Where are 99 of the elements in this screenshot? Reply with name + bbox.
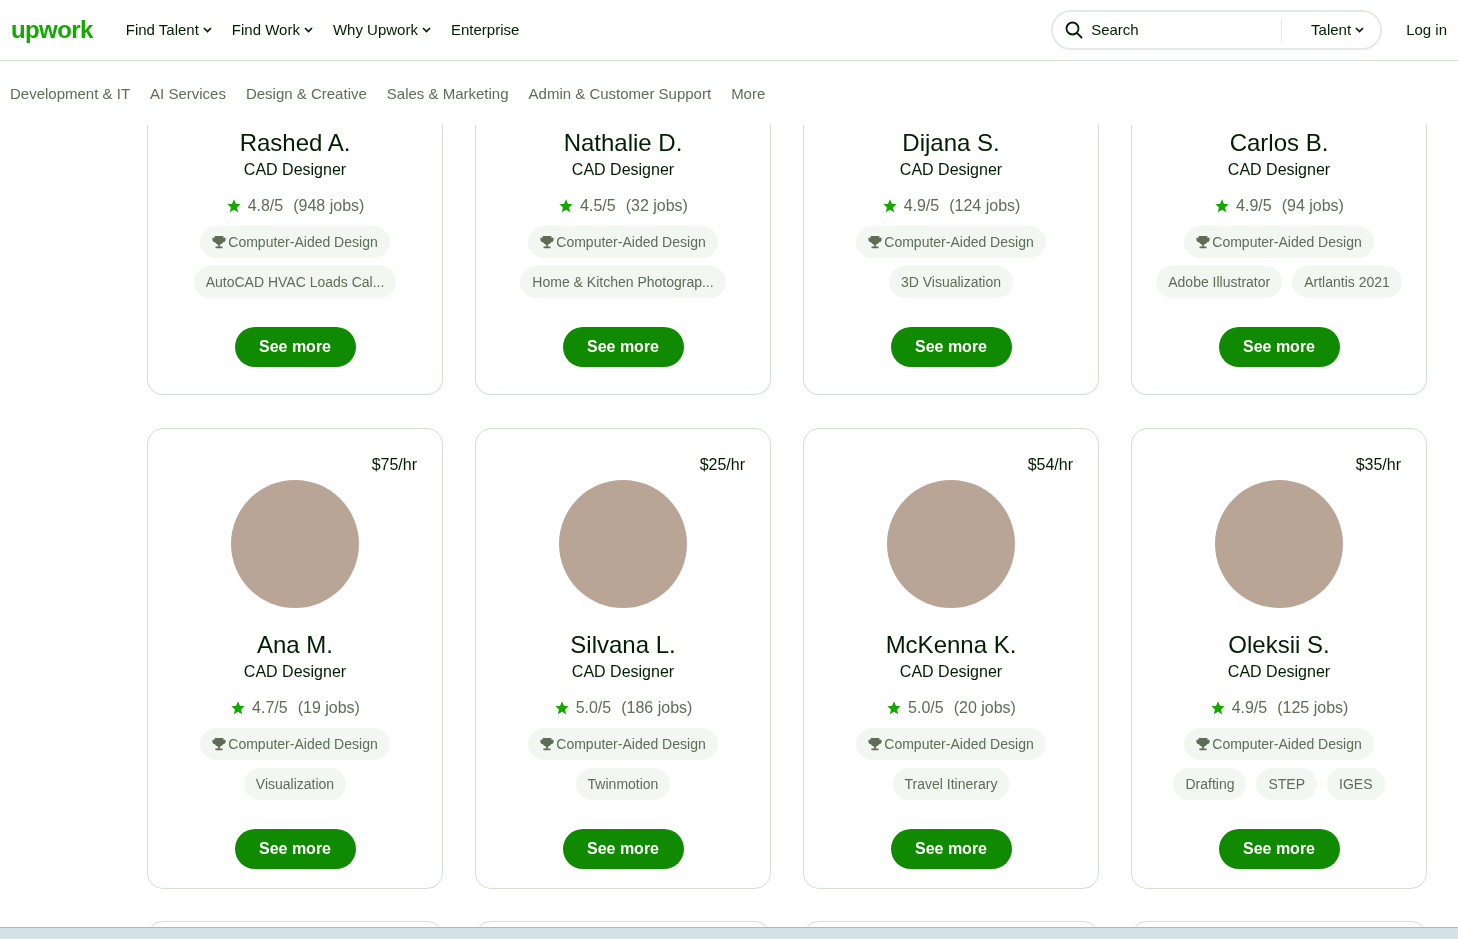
nav-menu-item[interactable]: Enterprise: [450, 18, 520, 42]
star-icon: [558, 198, 575, 214]
rating: 4.7/5: [252, 698, 288, 718]
chevron-down-icon: [303, 27, 313, 33]
category-link[interactable]: More: [731, 83, 766, 106]
category-link[interactable]: AI Services: [150, 83, 226, 106]
skill-tag: Computer-Aided Design: [528, 226, 718, 258]
skill-tag: Computer-Aided Design: [1184, 226, 1374, 258]
see-more-button[interactable]: See more: [1218, 829, 1340, 869]
skill-tag: Computer-Aided Design: [200, 728, 390, 760]
skill-tag: 3D Visualization: [888, 266, 1014, 298]
job-count: (186 jobs): [621, 698, 693, 718]
job-title: CAD Designer: [243, 160, 347, 180]
see-more-button[interactable]: See more: [562, 829, 684, 869]
trophy-icon: [1196, 737, 1211, 751]
skill-tag: Computer-Aided Design: [856, 226, 1046, 258]
chevron-down-icon: [202, 27, 212, 33]
freelancer-name: Dijana S.: [902, 128, 1000, 158]
job-title: CAD Designer: [571, 662, 675, 682]
search-icon: [1065, 21, 1084, 39]
skill-tag: Computer-Aided Design: [856, 728, 1046, 760]
job-title: CAD Designer: [1227, 160, 1331, 180]
job-title: CAD Designer: [243, 662, 347, 682]
freelancer-name: Rashed A.: [239, 128, 351, 158]
search-bar[interactable]: Search Talent: [1051, 10, 1383, 50]
trophy-icon: [540, 235, 555, 249]
skill-tag: Artlantis 2021: [1292, 266, 1402, 298]
freelancer-name: Oleksii S.: [1228, 630, 1330, 660]
job-title: CAD Designer: [1227, 662, 1331, 682]
hourly-rate: $75/hr: [371, 455, 417, 475]
search-input[interactable]: Search: [1091, 18, 1282, 42]
trophy-icon: [540, 737, 555, 751]
freelancer-name: McKenna K.: [885, 630, 1017, 660]
upwork-logo[interactable]: upwork: [11, 12, 93, 48]
rating: 4.9/5: [1231, 698, 1268, 718]
job-count: (20 jobs): [953, 698, 1016, 718]
skill-tag: Twinmotion: [575, 768, 671, 800]
hourly-rate: $35/hr: [1355, 455, 1401, 475]
rating: 4.9/5: [903, 196, 940, 216]
job-count: (948 jobs): [293, 196, 365, 216]
category-link[interactable]: Admin & Customer Support: [528, 83, 712, 106]
skill-tag: Computer-Aided Design: [528, 728, 718, 760]
skill-tag: Drafting: [1173, 768, 1247, 800]
category-link[interactable]: Design & Creative: [245, 83, 367, 106]
star-icon: [1209, 700, 1226, 716]
skill-tag: Visualization: [243, 768, 347, 800]
skill-tag: Travel Itinerary: [892, 768, 1010, 800]
rating: 4.9/5: [1236, 196, 1272, 216]
job-title: CAD Designer: [899, 160, 1003, 180]
trophy-icon: [1196, 235, 1211, 249]
category-link[interactable]: Sales & Marketing: [386, 83, 509, 106]
trophy-icon: [868, 235, 883, 249]
skill-tag: Home & Kitchen Photograp...: [520, 266, 726, 298]
star-icon: [230, 700, 247, 716]
job-title: CAD Designer: [571, 160, 675, 180]
category-link[interactable]: Development & IT: [10, 83, 131, 106]
rating: 5.0/5: [575, 698, 612, 718]
skill-tag: Adobe Illustrator: [1156, 266, 1283, 298]
trophy-icon: [868, 737, 883, 751]
star-icon: [553, 700, 570, 716]
freelancer-name: Nathalie D.: [563, 128, 683, 158]
job-count: (94 jobs): [1281, 196, 1344, 216]
job-count: (32 jobs): [625, 196, 688, 216]
search-scope-dropdown[interactable]: Talent: [1311, 18, 1365, 42]
chevron-down-icon: [1355, 27, 1365, 33]
hourly-rate: $25/hr: [699, 455, 745, 475]
freelancer-name: Carlos B.: [1229, 128, 1329, 158]
skill-tag: IGES: [1327, 768, 1385, 800]
star-icon: [225, 198, 242, 214]
see-more-button[interactable]: See more: [562, 327, 684, 367]
see-more-button[interactable]: See more: [234, 829, 356, 869]
skill-tag: AutoCAD HVAC Loads Cal...: [193, 266, 397, 298]
see-more-button[interactable]: See more: [890, 829, 1012, 869]
rating: 4.5/5: [580, 196, 616, 216]
nav-menu-item[interactable]: Find Talent: [125, 18, 212, 42]
login-link[interactable]: Log in: [1406, 18, 1447, 42]
rating: 5.0/5: [908, 698, 944, 718]
see-more-button[interactable]: See more: [234, 327, 356, 367]
star-icon: [886, 700, 903, 716]
nav-menu-item[interactable]: Why Upwork: [332, 18, 431, 42]
skill-tag: Computer-Aided Design: [1184, 728, 1374, 760]
nav-menu-item[interactable]: Find Work: [231, 18, 313, 42]
see-more-button[interactable]: See more: [1218, 327, 1340, 367]
star-icon: [881, 198, 898, 214]
freelancer-name: Silvana L.: [570, 630, 676, 660]
chevron-down-icon: [421, 27, 431, 33]
job-count: (124 jobs): [949, 196, 1021, 216]
skill-tag: STEP: [1256, 768, 1318, 800]
trophy-icon: [212, 235, 227, 249]
freelancer-name: Ana M.: [257, 630, 333, 660]
rating: 4.8/5: [247, 196, 284, 216]
star-icon: [1214, 198, 1231, 214]
hourly-rate: $54/hr: [1027, 455, 1073, 475]
job-count: (125 jobs): [1277, 698, 1349, 718]
see-more-button[interactable]: See more: [890, 327, 1012, 367]
skill-tag: Computer-Aided Design: [200, 226, 390, 258]
job-count: (19 jobs): [297, 698, 360, 718]
trophy-icon: [212, 737, 227, 751]
job-title: CAD Designer: [899, 662, 1003, 682]
